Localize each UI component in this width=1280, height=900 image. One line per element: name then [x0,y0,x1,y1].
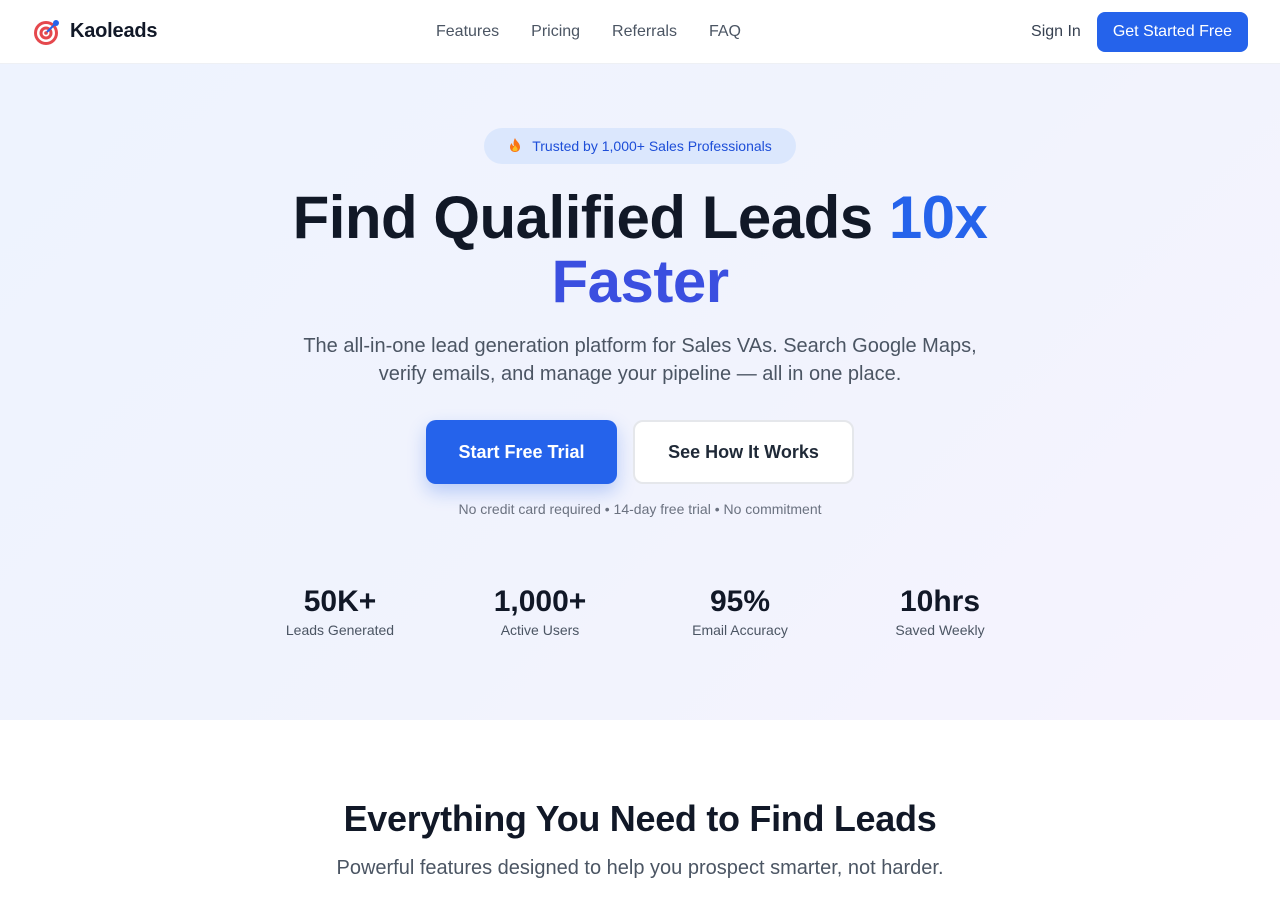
brand-logo[interactable]: Kaoleads [32,17,158,47]
stat-value: 95% [709,585,771,618]
stat-label: Active Users [500,622,580,638]
hero-title-accent-2: Faster [551,248,729,315]
header-actions: Sign In Get Started Free [1031,12,1248,52]
start-free-trial-button[interactable]: Start Free Trial [426,420,617,484]
hero-title-main: Find Qualified Leads [292,184,874,251]
stat-leads-generated: 50K+ Leads Generated [240,584,440,638]
main-nav: Features Pricing Referrals FAQ [436,0,741,64]
stat-label: Saved Weekly [895,622,985,638]
features-subtitle: Powerful features designed to help you p… [336,857,944,879]
stats-row: 50K+ Leads Generated 1,000+ Active Users… [240,584,1040,638]
stat-active-users: 1,000+ Active Users [440,584,640,638]
stat-value: 10hrs [899,585,981,618]
hero-title-accent-1: 10x [888,184,988,251]
target-icon [32,17,62,47]
nav-item-referrals[interactable]: Referrals [612,23,677,41]
nav-item-faq[interactable]: FAQ [709,23,741,41]
features-title: Everything You Need to Find Leads [343,798,937,839]
sign-in-link[interactable]: Sign In [1031,23,1081,41]
fire-icon [508,137,522,156]
see-how-it-works-button[interactable]: See How It Works [633,420,854,484]
trust-badge: Trusted by 1,000+ Sales Professionals [484,128,796,164]
get-started-button[interactable]: Get Started Free [1096,12,1248,52]
stat-label: Leads Generated [285,622,395,638]
hero-section: Trusted by 1,000+ Sales Professionals Fi… [0,64,1280,720]
stat-label: Email Accuracy [692,622,788,638]
stat-value: 1,000+ [493,585,587,618]
brand-name: Kaoleads [70,20,158,42]
stat-email-accuracy: 95% Email Accuracy [640,584,840,638]
stat-saved-weekly: 10hrs Saved Weekly [840,584,1040,638]
site-header: Kaoleads Features Pricing Referrals FAQ … [0,0,1280,64]
hero-title: Find Qualified Leads 10x Faster [0,186,1280,314]
hero-subtitle: The all-in-one lead generation platform … [303,335,977,385]
stat-value: 50K+ [303,585,377,618]
fine-print: No credit card required • 14-day free tr… [458,501,822,517]
nav-item-features[interactable]: Features [436,23,499,41]
trust-badge-text: Trusted by 1,000+ Sales Professionals [532,138,772,154]
nav-item-pricing[interactable]: Pricing [531,23,580,41]
